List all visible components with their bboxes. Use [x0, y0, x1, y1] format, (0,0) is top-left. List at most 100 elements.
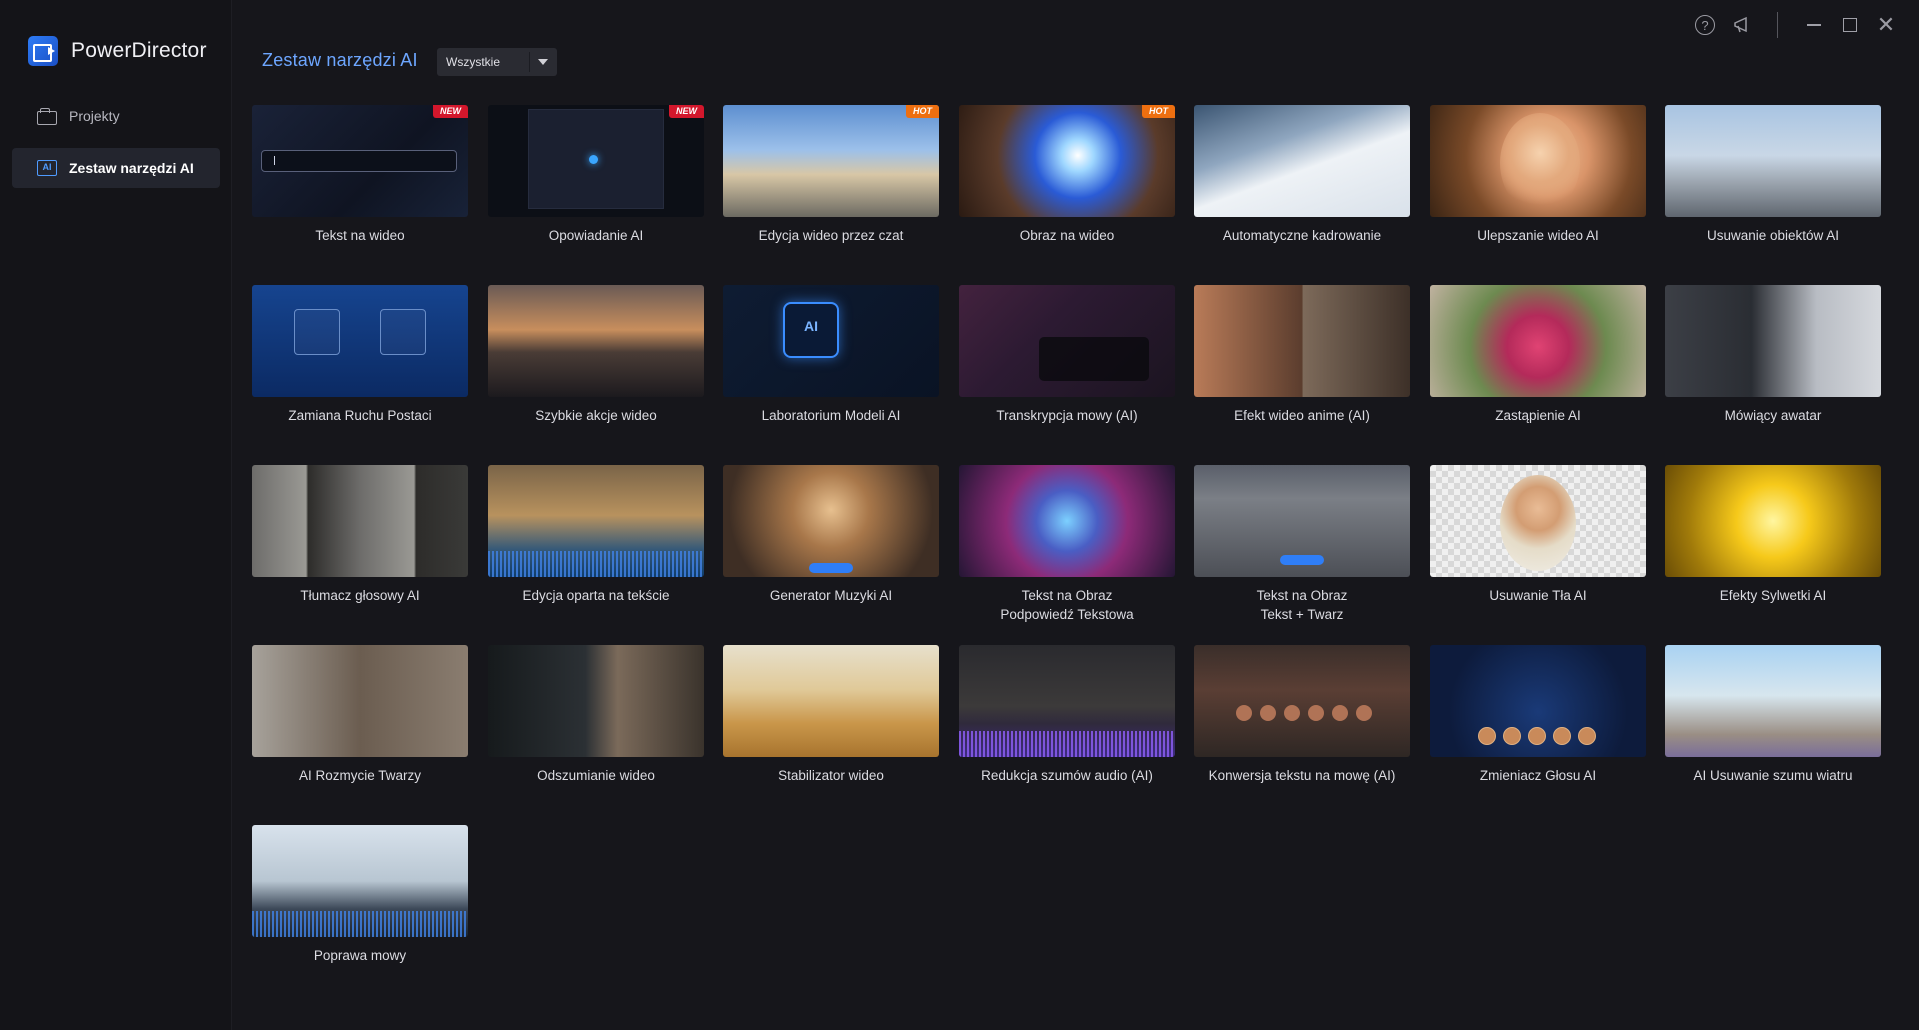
close-icon[interactable]: ✕ — [1872, 12, 1900, 38]
sidebar-item-projects[interactable]: Projekty — [12, 96, 220, 136]
tool-label: Zamiana Ruchu Postaci — [288, 408, 432, 423]
tool-tile[interactable]: Tekst na Obraz Tekst + Twarz — [1194, 465, 1410, 624]
tool-tile[interactable]: Usuwanie Tła AI — [1430, 465, 1646, 605]
tool-tile[interactable]: HOT Edycja wideo przez czat — [723, 105, 939, 245]
tool-tile[interactable]: Poprawa mowy — [252, 825, 468, 965]
tool-label: Konwersja tekstu na mowę (AI) — [1208, 768, 1396, 783]
tool-tile[interactable]: Zamiana Ruchu Postaci — [252, 285, 468, 425]
minimize-icon[interactable] — [1800, 12, 1828, 38]
drop-video-box — [380, 309, 426, 355]
voice-avatar — [1284, 705, 1300, 721]
tool-label: Szybkie akcje wideo — [535, 408, 657, 423]
tool-thumbnail — [959, 285, 1175, 397]
hot-badge: HOT — [906, 105, 939, 118]
tool-thumbnail: HOT — [959, 105, 1175, 217]
tool-label: Usuwanie obiektów AI — [1706, 228, 1840, 243]
notification-megaphone-icon[interactable] — [1729, 12, 1757, 38]
app-title: PowerDirector — [71, 39, 207, 62]
tool-tile[interactable]: Tekst na Obraz Podpowiedź Tekstowa — [959, 465, 1175, 624]
tool-thumbnail — [1665, 285, 1881, 397]
tool-thumbnail — [723, 285, 939, 397]
voice-avatar — [1553, 727, 1571, 745]
tool-label: Usuwanie Tła AI — [1489, 588, 1587, 603]
category-filter-select[interactable]: Wszystkie — [437, 48, 557, 76]
tool-label: Ulepszanie wideo AI — [1477, 228, 1599, 243]
waveform-preview — [488, 551, 704, 577]
tool-tile[interactable]: Automatyczne kadrowanie — [1194, 105, 1410, 245]
tool-tile[interactable]: Tłumacz głosowy AI — [252, 465, 468, 605]
tool-tile[interactable]: Laboratorium Modeli AI — [723, 285, 939, 425]
brand: PowerDirector — [28, 36, 207, 66]
tool-thumbnail — [488, 645, 704, 757]
tool-tile[interactable]: Edycja oparta na tekście — [488, 465, 704, 605]
voice-avatar — [1578, 727, 1596, 745]
tool-thumbnail — [1430, 645, 1646, 757]
tool-thumbnail — [959, 645, 1175, 757]
face-preview — [1500, 113, 1580, 213]
tool-tile[interactable]: Redukcja szumów audio (AI) — [959, 645, 1175, 785]
tool-tile[interactable]: Zmieniacz Głosu AI — [1430, 645, 1646, 785]
tool-tile[interactable]: AI Usuwanie szumu wiatru — [1665, 645, 1881, 785]
tool-label: Zastąpienie AI — [1495, 408, 1581, 423]
prompt-input-preview — [261, 150, 457, 172]
filter-selected-value: Wszystkie — [446, 55, 500, 69]
tool-thumbnail: NEW — [488, 105, 704, 217]
help-icon[interactable]: ? — [1695, 15, 1715, 35]
tool-label: Redukcja szumów audio (AI) — [981, 768, 1153, 783]
tool-thumbnail — [1665, 105, 1881, 217]
tool-label: Transkrypcja mowy (AI) — [996, 408, 1138, 423]
tool-tile[interactable]: HOT Obraz na wideo — [959, 105, 1175, 245]
tool-label: Tekst na Obraz Tekst + Twarz — [1256, 588, 1348, 622]
tool-tile[interactable]: Szybkie akcje wideo — [488, 285, 704, 425]
ai-toolbox-icon: AI — [37, 160, 57, 176]
tool-tile[interactable]: Efekty Sylwetki AI — [1665, 465, 1881, 605]
tool-label: Poprawa mowy — [313, 948, 407, 963]
tool-thumbnail — [252, 645, 468, 757]
maximize-icon[interactable] — [1836, 12, 1864, 38]
transcript-caption-preview — [1039, 337, 1149, 381]
generate-button-preview — [1280, 555, 1324, 565]
voice-avatar — [1260, 705, 1276, 721]
folder-icon — [37, 108, 57, 125]
sidebar-item-label: Zestaw narzędzi AI — [69, 160, 194, 176]
tool-tile[interactable]: Usuwanie obiektów AI — [1665, 105, 1881, 245]
tool-tile[interactable]: Efekt wideo anime (AI) — [1194, 285, 1410, 425]
tool-label: Tekst na wideo — [315, 228, 405, 243]
tool-tile[interactable]: NEW Opowiadanie AI — [488, 105, 704, 245]
tool-tile[interactable]: Konwersja tekstu na mowę (AI) — [1194, 645, 1410, 785]
tool-label: Generator Muzyki AI — [769, 588, 893, 603]
tool-label: Odszumianie wideo — [537, 768, 655, 783]
tool-thumbnail — [1194, 645, 1410, 757]
waveform-preview — [959, 731, 1175, 757]
tool-thumbnail — [1430, 105, 1646, 217]
tool-tile[interactable]: Zastąpienie AI — [1430, 285, 1646, 425]
tool-label: Efekty Sylwetki AI — [1719, 588, 1827, 603]
tool-label: AI Usuwanie szumu wiatru — [1693, 768, 1853, 783]
tool-label: Laboratorium Modeli AI — [761, 408, 901, 423]
tool-tile[interactable]: Ulepszanie wideo AI — [1430, 105, 1646, 245]
tool-tile[interactable]: AI Rozmycie Twarzy — [252, 645, 468, 785]
sidebar: PowerDirector Projekty AI Zestaw narzędz… — [0, 0, 232, 1030]
tool-label: Mówiący awatar — [1724, 408, 1822, 423]
app-window: PowerDirector Projekty AI Zestaw narzędz… — [0, 0, 1919, 1030]
tool-thumbnail — [252, 825, 468, 937]
voice-avatar — [1308, 705, 1324, 721]
tool-thumbnail — [1430, 465, 1646, 577]
sidebar-item-ai-toolbox[interactable]: AI Zestaw narzędzi AI — [12, 148, 220, 188]
tool-thumbnail: HOT — [723, 105, 939, 217]
tool-thumbnail — [1194, 105, 1410, 217]
tool-tile[interactable]: Mówiący awatar — [1665, 285, 1881, 425]
tool-thumbnail — [488, 465, 704, 577]
tool-tile[interactable]: Stabilizator wideo — [723, 645, 939, 785]
tool-thumbnail — [252, 285, 468, 397]
drop-photo-box — [294, 309, 340, 355]
tool-tile[interactable]: Transkrypcja mowy (AI) — [959, 285, 1175, 425]
voice-avatar — [1528, 727, 1546, 745]
page-title: Zestaw narzędzi AI — [262, 50, 418, 70]
tool-label: Opowiadanie AI — [548, 228, 644, 243]
tool-tile[interactable]: Odszumianie wideo — [488, 645, 704, 785]
tool-label: Efekt wideo anime (AI) — [1234, 408, 1370, 423]
tool-label: Tekst na Obraz Podpowiedź Tekstowa — [1000, 588, 1134, 622]
tool-tile[interactable]: NEW Tekst na wideo — [252, 105, 468, 245]
tool-tile[interactable]: Generator Muzyki AI — [723, 465, 939, 605]
